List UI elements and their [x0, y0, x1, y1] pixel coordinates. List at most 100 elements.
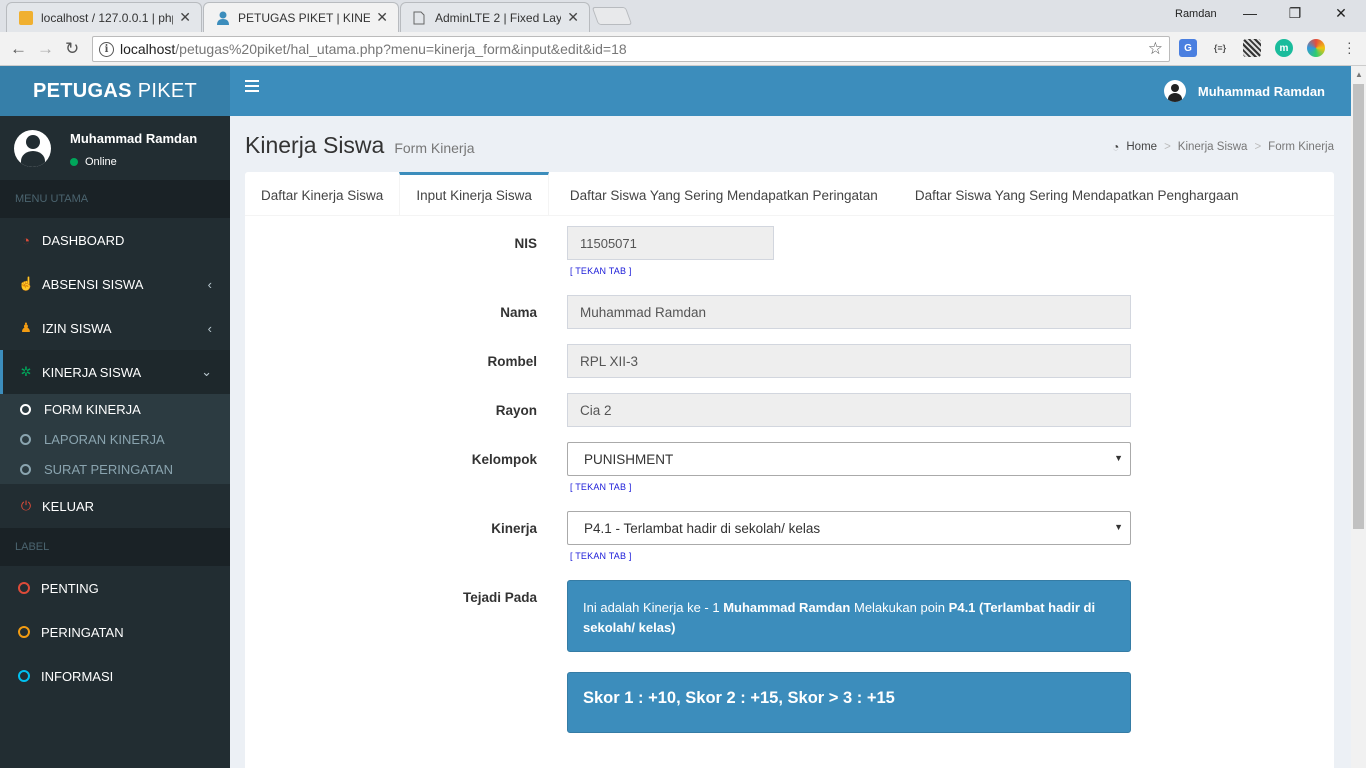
window-profile-name[interactable]: Ramdan	[1175, 8, 1217, 20]
back-icon[interactable]: ←	[10, 39, 27, 59]
url-host: localhost	[120, 41, 176, 57]
breadcrumb: ◔ Home > Kinerja Siswa > Form Kinerja	[1112, 140, 1334, 154]
sidebar-item-kinerja-siswa[interactable]: ✲ KINERJA SISWA ⌄	[0, 350, 230, 394]
browser-tab-title: localhost / 127.0.0.1 | php	[41, 10, 174, 25]
user-status: Online	[70, 156, 117, 168]
rombel-field[interactable]: RPL XII-3	[567, 344, 1131, 378]
restore-icon[interactable]: ❐	[1285, 5, 1305, 22]
close-icon[interactable]: ✕	[376, 9, 388, 26]
breadcrumb-kinerja-siswa[interactable]: Kinerja Siswa	[1178, 141, 1248, 153]
logo-light: PIKET	[137, 79, 198, 102]
sidebar-item-label: DASHBOARD	[42, 232, 125, 248]
spinner-icon: ✲	[20, 364, 32, 379]
online-dot-icon	[70, 158, 78, 166]
kinerja-select[interactable]: P4.1 - Terlambat hadir di sekolah/ kelas…	[567, 511, 1131, 545]
browser-toolbar: ← → ↻ i localhost/petugas%20piket/hal_ut…	[0, 32, 1366, 66]
breadcrumb-home[interactable]: Home	[1126, 141, 1157, 153]
scrollbar-thumb[interactable]	[1353, 84, 1364, 529]
reload-icon[interactable]: ↻	[65, 39, 79, 59]
minimize-icon[interactable]: —	[1240, 5, 1260, 21]
app: PETUGAS PIKET Muhammad Ramdan Muhammad Ra…	[0, 66, 1366, 772]
terjadi-pada-label: Tejadi Pada	[462, 590, 537, 605]
form-box: Daftar Kinerja Siswa Input Kinerja Siswa…	[245, 172, 1334, 772]
sidebar-subitem-form-kinerja[interactable]: FORM KINERJA	[0, 394, 230, 424]
kelompok-selected-value: PUNISHMENT	[584, 451, 674, 467]
kelompok-select[interactable]: PUNISHMENT ▼	[567, 442, 1131, 476]
hand-pointer-icon: ☝	[18, 276, 35, 291]
sidebar-item-label: IZIN SISWA	[42, 320, 112, 336]
dropdown-arrow-icon: ▼	[1114, 522, 1123, 532]
dashboard-icon: ◔	[22, 232, 30, 248]
circle-icon	[20, 433, 31, 445]
info-prefix: Ini adalah Kinerja ke - 1	[583, 600, 720, 615]
browser-tab-petugas-piket[interactable]: PETUGAS PIKET | KINERJA ✕	[203, 2, 399, 32]
sidebar-label-penting[interactable]: PENTING	[0, 566, 230, 610]
sidebar-label-text: INFORMASI	[41, 668, 114, 684]
sidebar-item-dashboard[interactable]: ◔ DASHBOARD	[0, 218, 230, 262]
navbar-user-menu[interactable]: Muhammad Ramdan	[1163, 80, 1325, 102]
avatar	[14, 130, 51, 167]
sidebar-label-text: PENTING	[41, 580, 99, 596]
kinerja-info-callout: Ini adalah Kinerja ke - 1 Muhammad Ramda…	[567, 580, 1131, 652]
sidebar-subitem-laporan-kinerja[interactable]: LAPORAN KINERJA	[0, 424, 230, 454]
page-title: Kinerja Siswa Form Kinerja	[245, 132, 474, 159]
user-favicon-icon	[216, 11, 230, 25]
close-icon[interactable]: ✕	[567, 9, 579, 26]
breadcrumb-separator: >	[1164, 141, 1171, 153]
nama-field[interactable]: Muhammad Ramdan	[567, 295, 1131, 329]
scroll-up-icon[interactable]: ▲	[1355, 70, 1363, 79]
json-extension-icon[interactable]: {≡}	[1211, 39, 1229, 57]
circle-icon	[20, 403, 31, 415]
tab-daftar-peringatan[interactable]: Daftar Siswa Yang Sering Mendapatkan Per…	[549, 172, 899, 215]
tab-daftar-penghargaan[interactable]: Daftar Siswa Yang Sering Mendapatkan Pen…	[899, 172, 1255, 215]
document-favicon-icon	[413, 11, 427, 25]
sidebar-label-text: PERINGATAN	[41, 624, 124, 640]
m-extension-icon[interactable]: m	[1275, 39, 1293, 57]
info-mid: Melakukan poin	[853, 600, 946, 615]
url-path: /petugas%20piket/hal_utama.php?menu=kine…	[175, 41, 627, 57]
nis-field[interactable]: 11505071	[567, 226, 774, 260]
skor-text: Skor 1 : +10, Skor 2 : +15, Skor > 3 : +…	[583, 689, 895, 707]
rayon-label: Rayon	[495, 403, 537, 418]
info-icon[interactable]: i	[99, 41, 114, 57]
browser-tab-adminlte[interactable]: AdminLTE 2 | Fixed Layout ✕	[400, 2, 590, 32]
menu-kebab-icon[interactable]: · · ·	[1347, 35, 1352, 59]
rayon-field[interactable]: Cia 2	[567, 393, 1131, 427]
forward-icon[interactable]: →	[37, 39, 54, 59]
colorpicker-extension-icon[interactable]	[1307, 39, 1325, 57]
circle-icon	[18, 582, 30, 594]
logo-bold: PETUGAS	[32, 79, 132, 102]
browser-tab-title: PETUGAS PIKET | KINERJA	[238, 10, 371, 25]
qr-extension-icon[interactable]	[1243, 39, 1261, 57]
sidebar-subitem-surat-peringatan[interactable]: SURAT PERINGATAN	[0, 454, 230, 484]
sidebar-label-peringatan[interactable]: PERINGATAN	[0, 610, 230, 654]
new-tab-button[interactable]	[591, 7, 633, 25]
page-title-text: Kinerja Siswa	[245, 132, 385, 158]
bookmark-star-icon[interactable]: ☆	[1148, 39, 1163, 59]
user-status-text: Online	[85, 156, 117, 168]
kinerja-submenu: FORM KINERJA LAPORAN KINERJA SURAT PERIN…	[0, 394, 230, 484]
sidebar-item-label: KINERJA SISWA	[42, 364, 142, 380]
sidebar-toggle-icon[interactable]	[245, 80, 259, 95]
sidebar-subitem-label: FORM KINERJA	[44, 401, 141, 417]
close-icon[interactable]: ✕	[179, 9, 191, 26]
address-bar[interactable]: i localhost/petugas%20piket/hal_utama.ph…	[92, 36, 1170, 62]
sidebar-item-keluar[interactable]: ⏻ KELUAR	[0, 484, 230, 528]
kinerja-help-text: [ TEKAN TAB ]	[570, 551, 632, 561]
sidebar-label-informasi[interactable]: INFORMASI	[0, 654, 230, 698]
top-navbar: Muhammad Ramdan	[230, 66, 1351, 116]
close-window-icon[interactable]: ✕	[1331, 5, 1351, 22]
nis-help-text: [ TEKAN TAB ]	[570, 266, 632, 276]
child-icon: ♟	[20, 320, 32, 335]
tab-daftar-kinerja[interactable]: Daftar Kinerja Siswa	[245, 172, 399, 215]
menu-header-main: MENU UTAMA	[0, 180, 230, 218]
browser-tab-phpmyadmin[interactable]: localhost / 127.0.0.1 | php ✕	[6, 2, 202, 32]
user-panel: Muhammad Ramdan Online	[0, 116, 230, 180]
sidebar-item-izin-siswa[interactable]: ♟ IZIN SISWA ‹	[0, 306, 230, 350]
translate-extension-icon[interactable]: G	[1179, 39, 1197, 57]
sidebar-item-absensi-siswa[interactable]: ☝ ABSENSI SISWA ‹	[0, 262, 230, 306]
tab-input-kinerja[interactable]: Input Kinerja Siswa	[399, 172, 549, 215]
page-scrollbar[interactable]: ▲	[1351, 66, 1366, 768]
app-logo[interactable]: PETUGAS PIKET	[0, 66, 230, 116]
sidebar: Muhammad Ramdan Online MENU UTAMA ◔ DASH…	[0, 116, 230, 768]
